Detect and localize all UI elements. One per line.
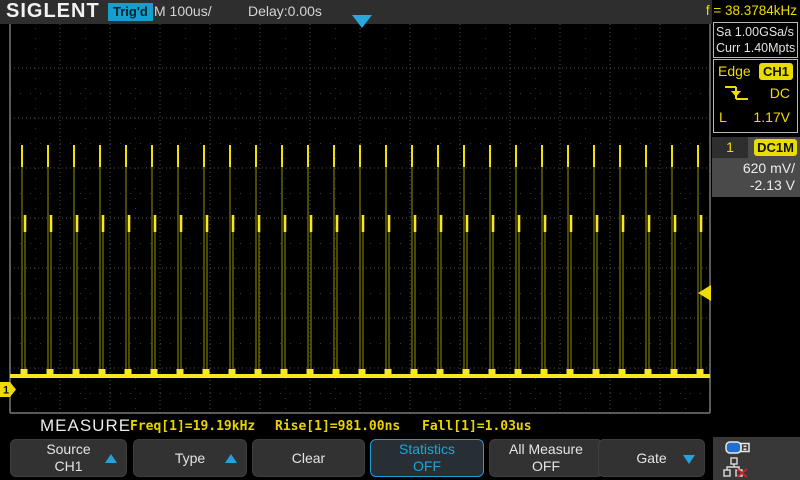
menu-button-clear[interactable]: Clear [252,439,365,477]
status-icons-panel [713,437,800,480]
falling-edge-icon [725,86,748,100]
trigger-level-label: L [719,109,727,125]
trigger-source-badge: CH1 [758,63,793,80]
menu-button-statistics-value: OFF [413,458,441,474]
channel1-coupling-badge: DC1M [754,139,797,156]
menu-button-gate-label: Gate [636,449,667,466]
menu-button-statistics-label: Statistics [398,441,455,457]
frequency-counter: f = 38.3784kHz [705,3,797,18]
up-arrow-icon [105,454,117,463]
measure-fall: Fall[1]=1.03us [422,419,532,434]
up-arrow-icon [225,454,237,463]
timebase-readout[interactable]: M 100us/ [154,3,212,19]
menu-button-source-label: Source [46,441,91,457]
oscilloscope-screen: SIGLENT Trig'd M 100us/ Delay:0.00s f = … [0,0,800,480]
acquisition-panel: Sa 1.00GSa/s Curr 1.40Mpts [713,22,798,58]
menu-button-source[interactable]: Source CH1 [10,439,127,477]
trigger-coupling: DC [769,85,790,101]
menu-button-gate[interactable]: Gate [598,439,705,477]
waveform-display [9,24,711,414]
menu-button-source-value: CH1 [54,458,83,474]
delay-readout[interactable]: Delay:0.00s [248,3,322,19]
channel1-panel[interactable]: 1 DC1M 620 mV/ -2.13 V [712,137,800,197]
menu-button-statistics[interactable]: Statistics OFF [370,439,484,477]
trigger-status-badge: Trig'd [108,3,153,21]
menu-button-all-measure[interactable]: All Measure OFF [489,439,603,477]
usb-icon [725,441,750,454]
trigger-level-value: 1.17V [753,109,790,125]
memory-depth: Curr 1.40Mpts [716,41,796,55]
menu-button-all-measure-value: OFF [532,458,560,474]
trigger-panel[interactable]: Edge CH1 DC L 1.17V [713,59,798,133]
channel1-ground-marker-icon[interactable]: 1 [0,382,17,397]
trigger-type: Edge [718,63,751,79]
brand-logo: SIGLENT [6,0,100,22]
down-arrow-icon [683,455,695,464]
measure-title: MEASURE [40,416,132,435]
trigger-position-marker-icon[interactable] [352,15,372,28]
channel1-offset: -2.13 V [749,177,795,193]
lan-disconnected-icon [723,457,748,478]
channel1-volts-per-div: 620 mV/ [742,160,795,176]
channel1-tab[interactable]: 1 [712,137,748,158]
menu-button-type-label: Type [174,449,206,466]
menu-button-type[interactable]: Type [133,439,247,477]
menu-button-all-measure-label: All Measure [509,441,583,457]
svg-text:1: 1 [3,385,9,397]
measure-freq: Freq[1]=19.19kHz [130,419,256,434]
menu-button-clear-label: Clear [291,449,326,466]
measure-rise: Rise[1]=981.00ns [275,419,401,434]
sample-rate: Sa 1.00GSa/s [716,25,794,39]
